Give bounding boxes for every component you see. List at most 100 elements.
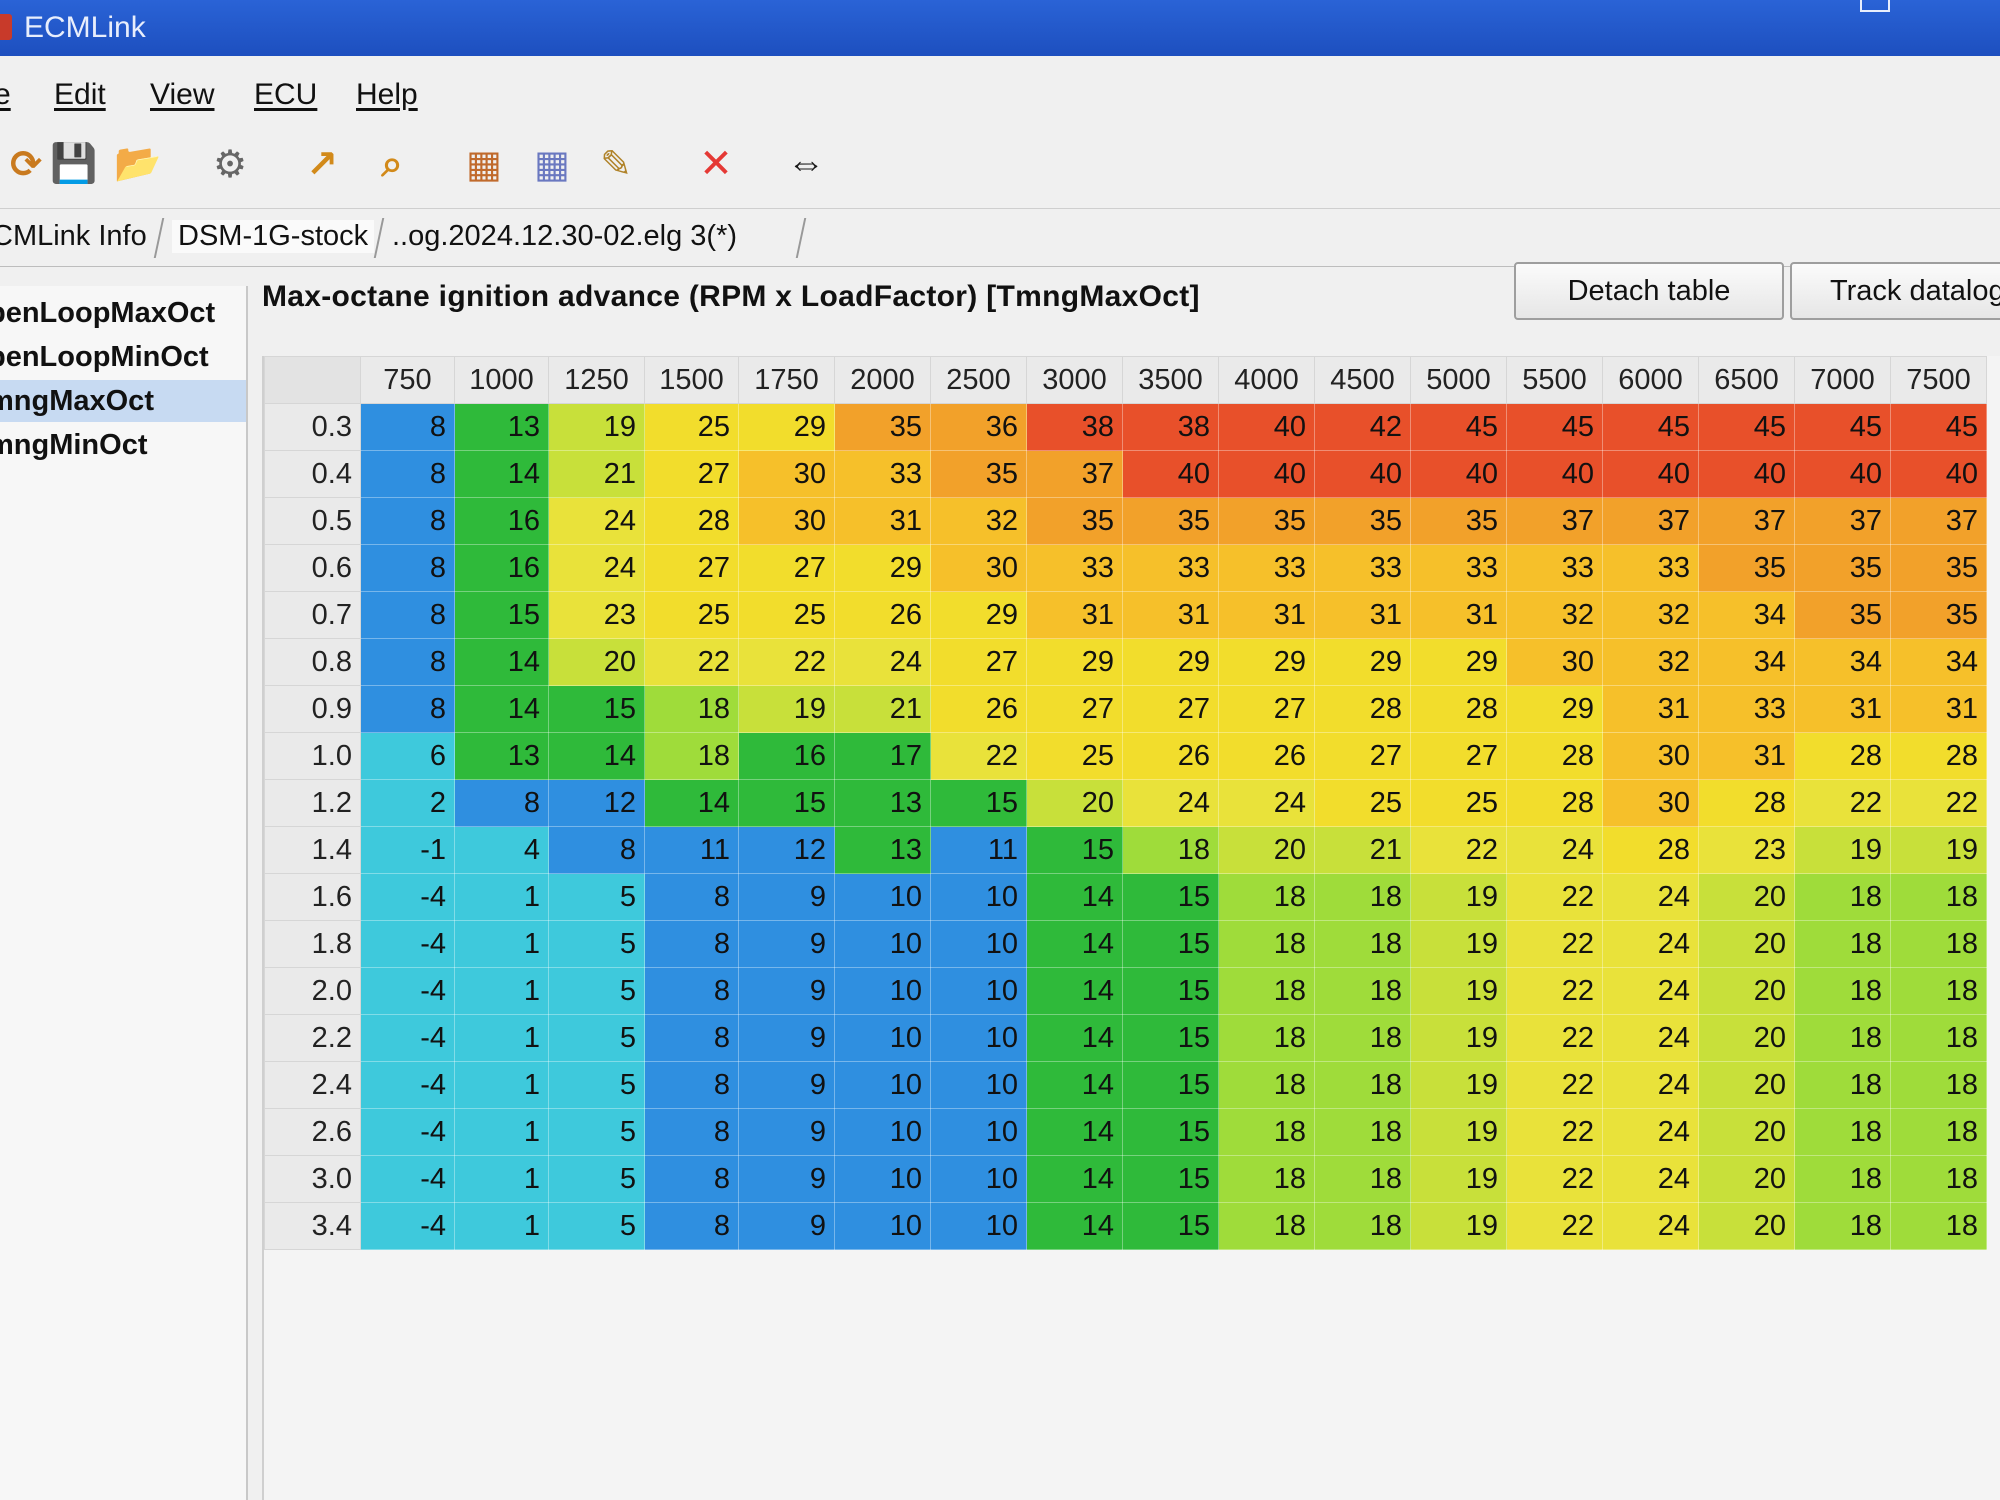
map-cell[interactable]: 18 (1218, 1155, 1315, 1203)
map-cell[interactable]: 5 (548, 967, 645, 1015)
map-cell[interactable]: 30 (738, 450, 835, 498)
map-cell[interactable]: 20 (548, 638, 645, 686)
map-cell[interactable]: 45 (1794, 403, 1891, 451)
map-cell[interactable]: 4 (454, 826, 549, 874)
map-cell[interactable]: 27 (1122, 685, 1219, 733)
map-cell[interactable]: 22 (1506, 967, 1603, 1015)
map-cell[interactable]: 11 (644, 826, 739, 874)
map-cell[interactable]: 29 (1026, 638, 1123, 686)
map-cell[interactable]: 10 (834, 1202, 931, 1250)
map-cell[interactable]: 22 (1506, 1202, 1603, 1250)
map-cell[interactable]: 27 (644, 450, 739, 498)
map-cell[interactable]: 18 (1794, 1108, 1891, 1156)
map-cell[interactable]: 1 (454, 920, 549, 968)
map-cell[interactable]: 12 (548, 779, 645, 827)
map-cell[interactable]: 35 (1698, 544, 1795, 592)
map-cell[interactable]: 45 (1410, 403, 1507, 451)
map-cell[interactable]: 14 (1026, 1155, 1123, 1203)
map-cell[interactable]: 1 (454, 1202, 549, 1250)
map-cell[interactable]: 9 (738, 1061, 835, 1109)
map-cell[interactable]: 14 (1026, 1202, 1123, 1250)
map-cell[interactable]: 35 (1218, 497, 1315, 545)
map-cell[interactable]: 8 (360, 497, 455, 545)
map-cell[interactable]: 8 (644, 873, 739, 921)
map-cell[interactable]: 13 (454, 403, 549, 451)
rpm-column-header[interactable]: 3500 (1122, 356, 1219, 404)
rpm-column-header[interactable]: 5000 (1410, 356, 1507, 404)
map-cell[interactable]: 25 (738, 591, 835, 639)
map-cell[interactable]: 27 (930, 638, 1027, 686)
map-cell[interactable]: -4 (360, 1155, 455, 1203)
map-cell[interactable]: 10 (834, 920, 931, 968)
map-cell[interactable]: 28 (1506, 779, 1603, 827)
map-cell[interactable]: 29 (738, 403, 835, 451)
map-cell[interactable]: 38 (1026, 403, 1123, 451)
map-cell[interactable]: 19 (1410, 1108, 1507, 1156)
map-cell[interactable]: 11 (930, 826, 1027, 874)
map-cell[interactable]: 24 (1218, 779, 1315, 827)
map-cell[interactable]: 18 (1794, 873, 1891, 921)
map-cell[interactable]: 35 (1410, 497, 1507, 545)
map-cell[interactable]: 29 (1506, 685, 1603, 733)
map-cell[interactable]: 9 (738, 1108, 835, 1156)
map-cell[interactable]: 8 (644, 1108, 739, 1156)
menu-edit[interactable]: Edit (54, 78, 106, 112)
map-cell[interactable]: 40 (1602, 450, 1699, 498)
load-row-header[interactable]: 1.4 (264, 826, 361, 874)
map-cell[interactable]: 32 (930, 497, 1027, 545)
map-cell[interactable]: 45 (1698, 403, 1795, 451)
load-row-header[interactable]: 3.4 (264, 1202, 361, 1250)
map-cell[interactable]: 38 (1122, 403, 1219, 451)
map-cell[interactable]: 31 (1890, 685, 1987, 733)
load-row-header[interactable]: 0.6 (264, 544, 361, 592)
map-cell[interactable]: 20 (1026, 779, 1123, 827)
sidebar-item-openloopmaxoct[interactable]: penLoopMaxOct (0, 292, 246, 334)
map-cell[interactable]: 15 (738, 779, 835, 827)
map-cell[interactable]: 31 (1410, 591, 1507, 639)
map-cell[interactable]: 19 (1410, 1014, 1507, 1062)
map-cell[interactable]: 8 (360, 544, 455, 592)
menu-file[interactable]: e (0, 78, 11, 112)
track-datalog-button[interactable]: Track datalog (1790, 262, 2000, 320)
map-cell[interactable]: 19 (1410, 920, 1507, 968)
map-cell[interactable]: -4 (360, 920, 455, 968)
map-cell[interactable]: 34 (1698, 638, 1795, 686)
map-cell[interactable]: 16 (454, 544, 549, 592)
menu-view[interactable]: View (150, 78, 214, 112)
map-cell[interactable]: 25 (644, 591, 739, 639)
map-cell[interactable]: 18 (1794, 920, 1891, 968)
map-cell[interactable]: 18 (1218, 967, 1315, 1015)
map-cell[interactable]: 40 (1218, 450, 1315, 498)
map-cell[interactable]: 21 (1314, 826, 1411, 874)
map-cell[interactable]: 14 (454, 685, 549, 733)
map-cell[interactable]: 18 (1218, 1202, 1315, 1250)
map-cell[interactable]: 19 (1410, 967, 1507, 1015)
map-cell[interactable]: 14 (454, 450, 549, 498)
map-cell[interactable]: 35 (1026, 497, 1123, 545)
map-cell[interactable]: 18 (1314, 920, 1411, 968)
map-cell[interactable]: 18 (1794, 1202, 1891, 1250)
map-cell[interactable]: 40 (1122, 450, 1219, 498)
rpm-column-header[interactable]: 1500 (644, 356, 739, 404)
map-cell[interactable]: 34 (1890, 638, 1987, 686)
map-cell[interactable]: 27 (738, 544, 835, 592)
map-cell[interactable]: 20 (1698, 1061, 1795, 1109)
map-cell[interactable]: 14 (1026, 1108, 1123, 1156)
map-cell[interactable]: 28 (1794, 732, 1891, 780)
map-cell[interactable]: 33 (1122, 544, 1219, 592)
rpm-column-header[interactable]: 2000 (834, 356, 931, 404)
map-cell[interactable]: 32 (1602, 591, 1699, 639)
search-map-icon[interactable]: ⌕ (366, 138, 418, 190)
map-cell[interactable]: 28 (1602, 826, 1699, 874)
map-cell[interactable]: 34 (1794, 638, 1891, 686)
map-cell[interactable]: 18 (1890, 1202, 1987, 1250)
map-cell[interactable]: 15 (1122, 1108, 1219, 1156)
load-row-header[interactable]: 1.2 (264, 779, 361, 827)
rpm-column-header[interactable]: 4500 (1314, 356, 1411, 404)
map-cell[interactable]: 13 (834, 779, 931, 827)
load-row-header[interactable]: 0.9 (264, 685, 361, 733)
map-cell[interactable]: 14 (548, 732, 645, 780)
rpm-column-header[interactable]: 1750 (738, 356, 835, 404)
map-cell[interactable]: 8 (360, 685, 455, 733)
map-cell[interactable]: 5 (548, 1155, 645, 1203)
